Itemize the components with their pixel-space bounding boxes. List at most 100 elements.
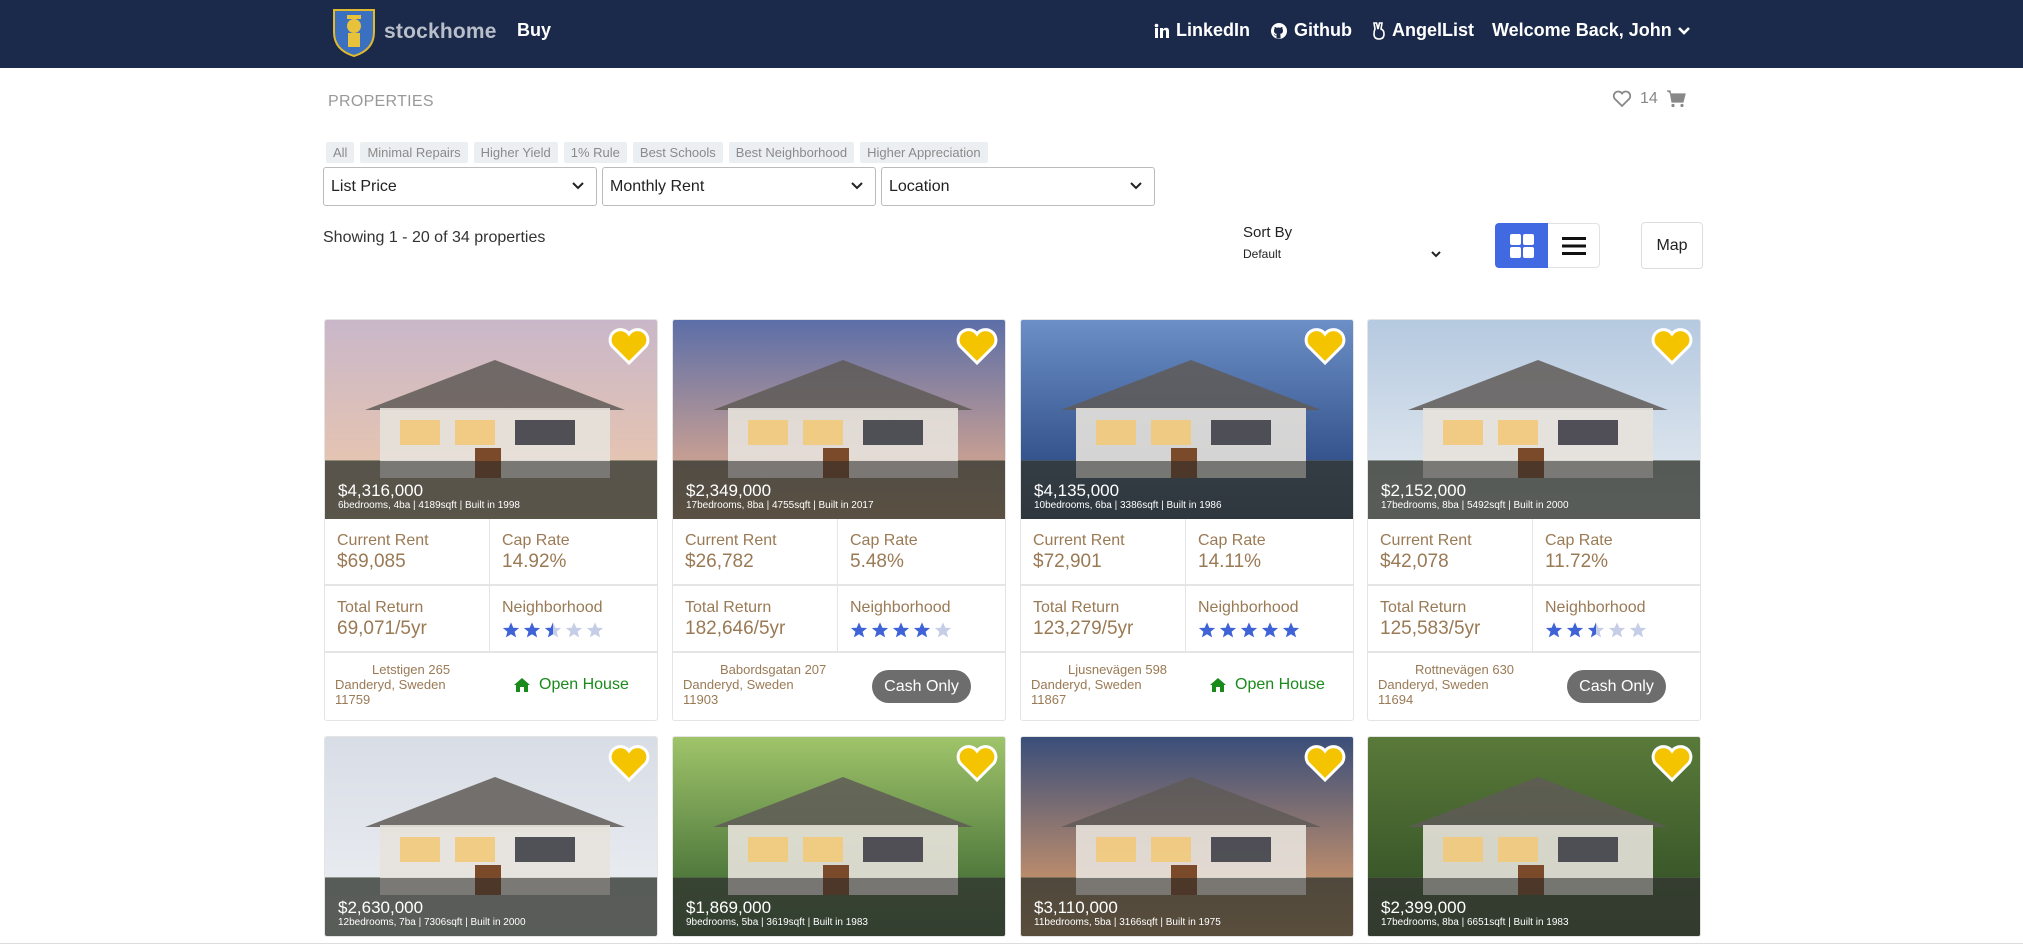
current-rent-value: $26,782 <box>685 551 754 572</box>
favorite-heart-icon[interactable] <box>1303 743 1347 783</box>
star-filled-icon <box>850 622 868 638</box>
property-card[interactable]: $4,135,000 10bedrooms, 6ba | 3386sqft | … <box>1020 319 1354 721</box>
property-photo-wrapper[interactable]: $2,399,000 17bedrooms, 8ba | 6651sqft | … <box>1368 737 1700 936</box>
star-filled-icon <box>1566 622 1584 638</box>
address-zip: 11903 <box>683 692 719 707</box>
property-card[interactable]: $2,152,000 17bedrooms, 8ba | 5492sqft | … <box>1367 319 1701 721</box>
favorite-heart-icon[interactable] <box>955 326 999 366</box>
property-price: $2,399,000 <box>1381 898 1467 917</box>
sort-by-select[interactable]: Default <box>1243 247 1281 261</box>
stat-label: Neighborhood <box>1545 599 1646 616</box>
property-photo-wrapper[interactable]: $4,135,000 10bedrooms, 6ba | 3386sqft | … <box>1021 320 1353 519</box>
cart-icon[interactable] <box>1666 90 1686 108</box>
brand-name: stockhome <box>384 20 497 43</box>
current-rent-value: $72,901 <box>1033 551 1102 572</box>
list-price-select[interactable]: List Price <box>323 167 597 206</box>
star-filled-icon <box>1261 622 1279 638</box>
stat-neighborhood: Neighborhood <box>490 586 657 653</box>
property-specs: 9bedrooms, 5ba | 3619sqft | Built in 198… <box>686 917 868 928</box>
user-menu-toggle[interactable]: Welcome Back, John <box>1492 20 1690 41</box>
property-photo-wrapper[interactable]: $1,869,000 9bedrooms, 5ba | 3619sqft | B… <box>673 737 1005 936</box>
address-zip: 11694 <box>1378 692 1414 707</box>
star-empty-icon <box>934 622 952 638</box>
results-count: Showing 1 - 20 of 34 properties <box>323 229 546 246</box>
property-card[interactable]: $2,399,000 17bedrooms, 8ba | 6651sqft | … <box>1367 736 1701 937</box>
chevron-down-icon <box>1677 26 1690 35</box>
star-filled-icon <box>1219 622 1237 638</box>
brand-logo[interactable]: stockhome <box>332 6 497 58</box>
grid-view-button[interactable] <box>1495 223 1548 268</box>
linkedin-icon <box>1154 23 1169 38</box>
page-title: PROPERTIES <box>328 93 434 110</box>
property-card[interactable]: $3,110,000 11bedrooms, 5ba | 3166sqft | … <box>1020 736 1354 937</box>
location-label: Location <box>889 178 950 195</box>
star-empty-icon <box>586 622 604 638</box>
stat-label: Current Rent <box>1033 532 1125 549</box>
property-specs: 12bedrooms, 7ba | 7306sqft | Built in 20… <box>338 917 526 928</box>
nav-linkedin-link[interactable]: LinkedIn <box>1154 20 1250 41</box>
star-half-icon <box>1587 622 1605 638</box>
favorite-heart-icon[interactable] <box>1303 326 1347 366</box>
chip-all[interactable]: All <box>326 142 355 163</box>
property-card[interactable]: $2,349,000 17bedrooms, 8ba | 4755sqft | … <box>672 319 1006 721</box>
property-card[interactable]: $1,869,000 9bedrooms, 5ba | 3619sqft | B… <box>672 736 1006 937</box>
nav-github-link[interactable]: Github <box>1270 20 1352 41</box>
chevron-down-icon <box>851 182 863 190</box>
cash-only-badge[interactable]: Cash Only <box>872 670 971 703</box>
monthly-rent-select[interactable]: Monthly Rent <box>602 167 876 206</box>
open-house-badge[interactable]: Open House <box>513 676 629 694</box>
heart-outline-icon[interactable] <box>1612 90 1632 108</box>
stat-label: Total Return <box>337 599 424 616</box>
stat-cap-rate: Cap Rate 11.72% <box>1533 519 1700 586</box>
nav-buy-link[interactable]: Buy <box>517 20 551 41</box>
star-half-icon <box>544 622 562 638</box>
chip-minimal-repairs[interactable]: Minimal Repairs <box>360 142 468 163</box>
chip-higher-yield[interactable]: Higher Yield <box>473 142 558 163</box>
card-footer: Letstigen 265 Danderyd, Sweden 11759 Ope… <box>325 653 657 720</box>
nav-angellist-link[interactable]: AngelList <box>1372 20 1474 41</box>
property-stats: Current Rent $69,085 Cap Rate 14.92% Tot… <box>325 519 657 653</box>
chip-best-neighborhood[interactable]: Best Neighborhood <box>728 142 855 163</box>
property-photo-wrapper[interactable]: $2,630,000 12bedrooms, 7ba | 7306sqft | … <box>325 737 657 936</box>
cap-rate-value: 14.11% <box>1198 551 1262 572</box>
stat-current-rent: Current Rent $72,901 <box>1021 519 1186 586</box>
favorite-heart-icon[interactable] <box>955 743 999 783</box>
property-card[interactable]: $4,316,000 6bedrooms, 4ba | 4189sqft | B… <box>324 319 658 721</box>
cap-rate-value: 5.48% <box>850 551 904 572</box>
location-select[interactable]: Location <box>881 167 1155 206</box>
stat-current-rent: Current Rent $26,782 <box>673 519 838 586</box>
chip-one-percent-rule[interactable]: 1% Rule <box>563 142 627 163</box>
favorite-heart-icon[interactable] <box>1650 326 1694 366</box>
neighborhood-rating <box>850 621 993 639</box>
star-filled-icon <box>871 622 889 638</box>
favorite-heart-icon[interactable] <box>607 326 651 366</box>
chip-best-schools[interactable]: Best Schools <box>632 142 723 163</box>
favorite-heart-icon[interactable] <box>607 743 651 783</box>
property-photo-wrapper[interactable]: $2,152,000 17bedrooms, 8ba | 5492sqft | … <box>1368 320 1700 519</box>
home-icon <box>514 678 530 692</box>
chevron-down-icon[interactable] <box>1429 247 1443 261</box>
welcome-label: Welcome Back, John <box>1492 20 1672 40</box>
card-footer: Babordsgatan 207 Danderyd, Sweden 11903 … <box>673 653 1005 720</box>
current-rent-value: $69,085 <box>337 551 406 572</box>
map-button[interactable]: Map <box>1641 222 1703 269</box>
nav-github-label: Github <box>1294 20 1352 40</box>
property-photo-wrapper[interactable]: $3,110,000 11bedrooms, 5ba | 3166sqft | … <box>1021 737 1353 936</box>
list-view-button[interactable] <box>1548 223 1600 268</box>
angellist-icon <box>1373 21 1385 40</box>
stat-neighborhood: Neighborhood <box>838 586 1005 653</box>
favorite-heart-icon[interactable] <box>1650 743 1694 783</box>
stat-label: Cap Rate <box>502 532 570 549</box>
property-card[interactable]: $2,630,000 12bedrooms, 7ba | 7306sqft | … <box>324 736 658 937</box>
property-photo-wrapper[interactable]: $4,316,000 6bedrooms, 4ba | 4189sqft | B… <box>325 320 657 519</box>
address-zip: 11867 <box>1031 692 1067 707</box>
property-specs: 6bedrooms, 4ba | 4189sqft | Built in 199… <box>338 500 520 511</box>
stat-total-return: Total Return 182,646/5yr <box>673 586 838 653</box>
chip-higher-appreciation[interactable]: Higher Appreciation <box>860 142 988 163</box>
property-price: $2,349,000 <box>686 481 772 500</box>
open-house-badge[interactable]: Open House <box>1209 676 1325 694</box>
open-house-label: Open House <box>539 676 629 693</box>
property-stats: Current Rent $72,901 Cap Rate 14.11% Tot… <box>1021 519 1353 653</box>
cash-only-badge[interactable]: Cash Only <box>1567 670 1666 703</box>
property-photo-wrapper[interactable]: $2,349,000 17bedrooms, 8ba | 4755sqft | … <box>673 320 1005 519</box>
